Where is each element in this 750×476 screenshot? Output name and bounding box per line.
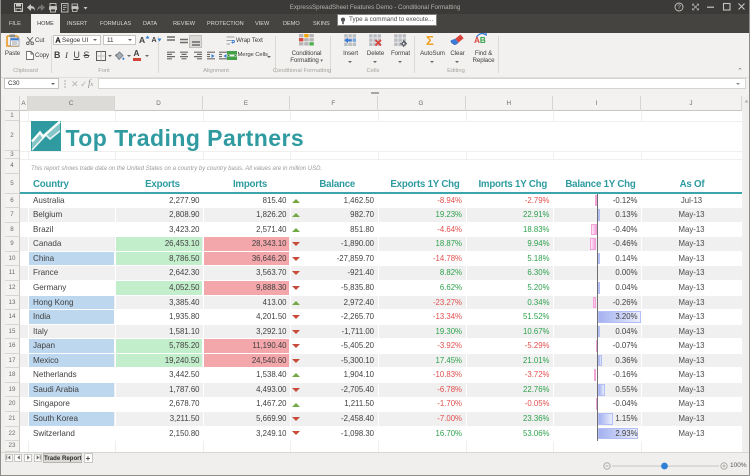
svg-text:?: ?	[677, 4, 681, 11]
